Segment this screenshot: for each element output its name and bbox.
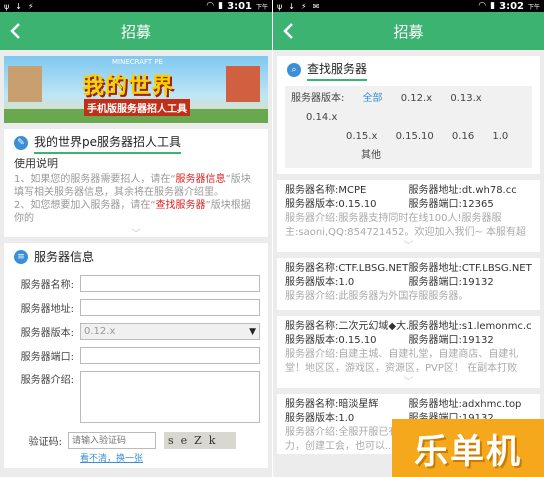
- version-option[interactable]: 0.13.x: [450, 93, 481, 104]
- server-entry[interactable]: 服务器名称:二次元幻域◆大... 服务器地址:s1.lemonmc.cc 服务器版…: [277, 316, 540, 394]
- status-bar: ψ ↓ ⚡ ◠ ▮ 3:01 下午: [0, 0, 272, 12]
- tool-card-heading: 我的世界pe服务器招人工具: [34, 133, 182, 154]
- wrench-icon: ✎: [14, 136, 28, 150]
- version-option[interactable]: 0.16: [452, 131, 474, 142]
- version-option[interactable]: 1.0: [492, 131, 508, 142]
- version-option[interactable]: 其他: [361, 150, 381, 161]
- version-option[interactable]: 0.15.x: [346, 131, 377, 142]
- version-option[interactable]: 0.14.x: [306, 112, 337, 123]
- server-entry[interactable]: 服务器名称:CTF.LBSG.NET 服务器地址:CTF.LBSG.NET 服务器…: [277, 258, 540, 316]
- server-address-input[interactable]: [80, 298, 260, 316]
- status-time: 3:01: [227, 0, 252, 12]
- page-title: 招募: [393, 22, 424, 41]
- list-icon: ≡: [14, 250, 28, 264]
- version-option-all[interactable]: 全部: [363, 93, 383, 104]
- status-ampm: 下午: [255, 3, 268, 11]
- battery-icon: ▮: [490, 1, 496, 11]
- server-name-input[interactable]: [80, 274, 260, 292]
- character-image: [226, 66, 260, 102]
- battery-icon: ▮: [218, 1, 224, 11]
- watermark-text: 乐单机: [414, 431, 522, 472]
- version-filter-label: 服务器版本:: [291, 93, 345, 104]
- dropdown-arrow-icon: ▼: [249, 326, 256, 337]
- server-description: 服务器介绍:自建主城、自建礼堂，自建商店、自建礼堂！地区区，游戏区，资源区，PV…: [285, 349, 519, 374]
- server-version: 服务器版本:1.0: [285, 413, 355, 424]
- expand-chevron-icon[interactable]: ﹀: [285, 240, 532, 252]
- status-ampm: 下午: [527, 3, 540, 11]
- back-arrow-icon[interactable]: [279, 20, 299, 42]
- wifi-icon: ◠: [478, 1, 487, 11]
- right-screen: ψ ↓ ⚡ ✉ ◠ ▮ 3:02 下午 招募 ⌕ 查找服务器 服务器版本: 全部 0.…: [272, 0, 544, 477]
- wifi-icon: ◠: [206, 1, 215, 11]
- usage-title: 使用说明: [14, 157, 58, 170]
- server-name: 服务器名称:二次元幻域◆大...: [285, 321, 409, 332]
- port-label: 服务器端口:: [20, 351, 74, 363]
- server-port: 服务器端口:12365: [408, 199, 494, 210]
- server-address: 服务器地址:CTF.LBSG.NET: [408, 263, 532, 274]
- server-address: 服务器地址:adxhmc.top: [408, 399, 522, 410]
- server-list: 服务器名称:MCPE 服务器地址:dt.wh78.cc 服务器版本:0.15.10…: [277, 180, 540, 460]
- usage-instructions: 使用说明 1、如果您的服务器需要招人，请在“服务器信息”版块填写相关服务器信息，…: [4, 157, 268, 225]
- banner-subtitle: 手机版服务器招人工具: [84, 99, 190, 116]
- version-filter: 服务器版本: 全部 0.12.x 0.13.x 0.14.x 0.15.x 0.…: [285, 86, 532, 168]
- server-description: 服务器介绍:服务器支持同时在线100人!服务器服主:saoni,QQ:85472…: [285, 213, 527, 238]
- site-watermark-logo: 乐单机: [392, 419, 544, 477]
- intro-label: 服务器介绍:: [20, 375, 74, 386]
- server-name: 服务器名称:MCPE: [285, 185, 367, 196]
- expand-chevron-icon[interactable]: ﹀: [4, 225, 268, 240]
- minecraft-banner: MINECRAFT PE 我的世界 手机版服务器招人工具: [4, 56, 268, 123]
- refresh-captcha-link[interactable]: 看不清，换一张: [80, 451, 268, 464]
- status-time: 3:02: [499, 0, 524, 12]
- banner-title: 我的世界: [82, 74, 175, 99]
- find-card-heading: 查找服务器: [307, 60, 368, 81]
- notification-icons: ψ ↓ ⚡ ✉: [277, 1, 320, 11]
- tool-card: ✎ 我的世界pe服务器招人工具 使用说明 1、如果您的服务器需要招人，请在“服务…: [4, 129, 268, 240]
- server-name: 服务器名称:暗淡星辉: [285, 399, 379, 410]
- server-entry[interactable]: 服务器名称:MCPE 服务器地址:dt.wh78.cc 服务器版本:0.15.10…: [277, 180, 540, 258]
- version-option[interactable]: 0.12.x: [401, 93, 432, 104]
- server-port: 服务器端口:19132: [408, 277, 494, 288]
- version-option[interactable]: 0.15.10: [396, 131, 434, 142]
- version-select[interactable]: 0.12.x ▼: [80, 322, 260, 340]
- server-port-input[interactable]: [80, 346, 260, 364]
- server-name: 服务器名称:CTF.LBSG.NET: [285, 263, 409, 274]
- find-server-card: ⌕ 查找服务器 服务器版本: 全部 0.12.x 0.13.x 0.14.x 0…: [277, 56, 540, 174]
- server-description: 服务器介绍:此服务器为外国存服服务器。: [285, 291, 469, 302]
- top-bar: 招募: [273, 12, 544, 50]
- server-version: 服务器版本:0.15.10: [285, 199, 377, 210]
- status-bar: ψ ↓ ⚡ ✉ ◠ ▮ 3:02 下午: [273, 0, 544, 12]
- search-icon: ⌕: [287, 63, 301, 77]
- server-version: 服务器版本:1.0: [285, 277, 355, 288]
- info-card-heading: 服务器信息: [34, 249, 95, 264]
- back-arrow-icon[interactable]: [6, 20, 26, 42]
- banner-top-text: MINECRAFT PE: [112, 58, 164, 66]
- server-port: 服务器端口:19132: [408, 335, 494, 346]
- address-label: 服务器地址:: [20, 303, 74, 315]
- server-address: 服务器地址:dt.wh78.cc: [408, 185, 517, 196]
- server-intro-textarea[interactable]: [80, 371, 260, 423]
- captcha-label: 验证码:: [28, 436, 62, 448]
- notification-icons: ψ ↓ ⚡: [4, 1, 34, 11]
- captcha-input[interactable]: [68, 431, 156, 449]
- expand-chevron-icon[interactable]: ﹀: [285, 376, 532, 388]
- version-label: 服务器版本:: [20, 327, 74, 339]
- name-label: 服务器名称:: [20, 279, 74, 291]
- left-screen: ψ ↓ ⚡ ◠ ▮ 3:01 下午 招募 MINECRAFT PE 我的世界 手机版…: [0, 0, 272, 477]
- server-version: 服务器版本:0.15.10: [285, 335, 377, 346]
- character-image: [8, 66, 42, 102]
- top-bar: 招募: [0, 12, 272, 50]
- usage-line-1: 1、如果您的服务器需要招人，请在“服务器信息”版块填写相关服务器信息，其余将在服…: [14, 174, 251, 198]
- server-info-card: ≡ 服务器信息 服务器名称: 服务器地址: 服务器版本: 0.12.x ▼ 服务器…: [4, 243, 268, 468]
- server-address: 服务器地址:s1.lemonmc.cc: [408, 321, 533, 332]
- page-title: 招募: [120, 22, 151, 41]
- captcha-image[interactable]: seZk: [164, 431, 236, 449]
- usage-line-2: 2、如您想要加入服务器，请在“查找服务器”版块根据你的: [14, 200, 251, 224]
